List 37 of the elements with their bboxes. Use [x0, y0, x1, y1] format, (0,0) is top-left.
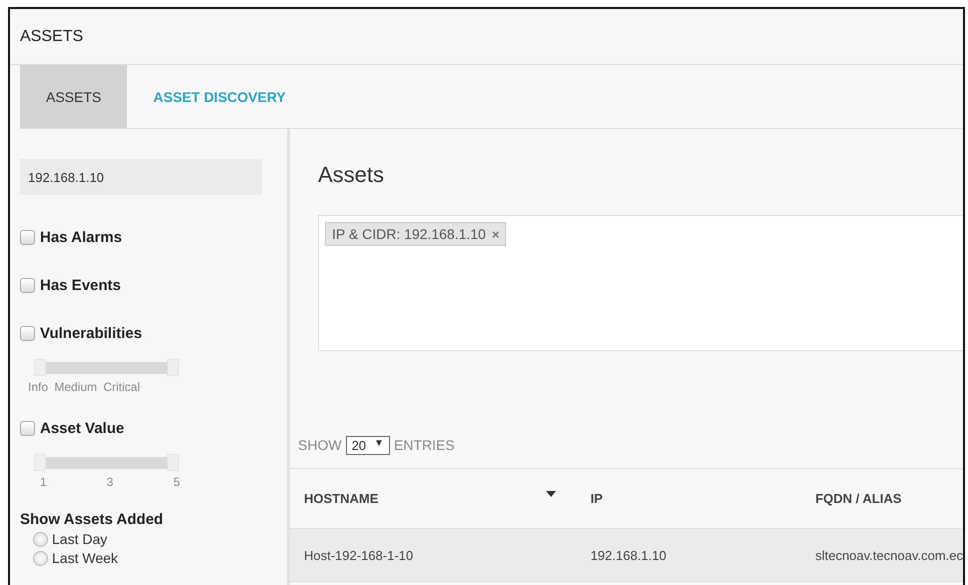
filter-label: Asset Value [40, 420, 124, 437]
slider-handle[interactable] [167, 454, 179, 471]
search-field[interactable]: 192.168.1.10 [20, 159, 262, 195]
table-cell: sltecnoav.tecnoav.com.ec [801, 528, 963, 582]
table-cell: 192.168.1.10 [576, 528, 802, 582]
radio-label: Last Day [52, 531, 108, 547]
slider-handle[interactable] [167, 359, 179, 376]
sort-icon[interactable] [546, 491, 556, 497]
checkbox[interactable] [20, 278, 35, 293]
slider-tick-label: 1 [40, 475, 47, 489]
filter-label: Has Events [40, 277, 121, 294]
entries-label: ENTRIES [394, 437, 455, 453]
section-heading: Show Assets Added [20, 511, 164, 528]
tab[interactable]: ASSETS [20, 65, 128, 128]
slider-tick-label: Critical [103, 380, 140, 394]
filter-label: Has Alarms [40, 229, 122, 246]
radio-button[interactable] [33, 532, 48, 546]
slider-tick-label: Medium [54, 380, 98, 394]
filter-box[interactable]: IP & CIDR: 192.168.1.10 × [318, 215, 963, 351]
page-heading: Assets [318, 162, 386, 189]
radio-label: Last Week [52, 550, 118, 566]
slider-tick-label: 3 [106, 475, 114, 489]
slider-tick-label: 5 [173, 475, 180, 489]
table-cell: Host-192-168-1-10 [290, 528, 576, 582]
checkbox[interactable] [20, 326, 35, 341]
filter-label: Vulnerabilities [40, 325, 142, 342]
checkbox[interactable] [20, 230, 35, 245]
slider-handle[interactable] [34, 359, 46, 376]
column-header[interactable]: HOSTNAME [304, 491, 378, 506]
tag-label: IP & CIDR: 192.168.1.10 [332, 226, 486, 242]
show-label: SHOW [298, 437, 342, 453]
slider-tick-label: Info [28, 380, 48, 394]
slider-handle[interactable] [34, 454, 46, 471]
radio-button[interactable] [33, 550, 48, 566]
checkbox[interactable] [20, 421, 35, 436]
remove-button[interactable]: × [492, 226, 500, 242]
entries-dropdown[interactable]: 20 ▼ [346, 436, 390, 454]
